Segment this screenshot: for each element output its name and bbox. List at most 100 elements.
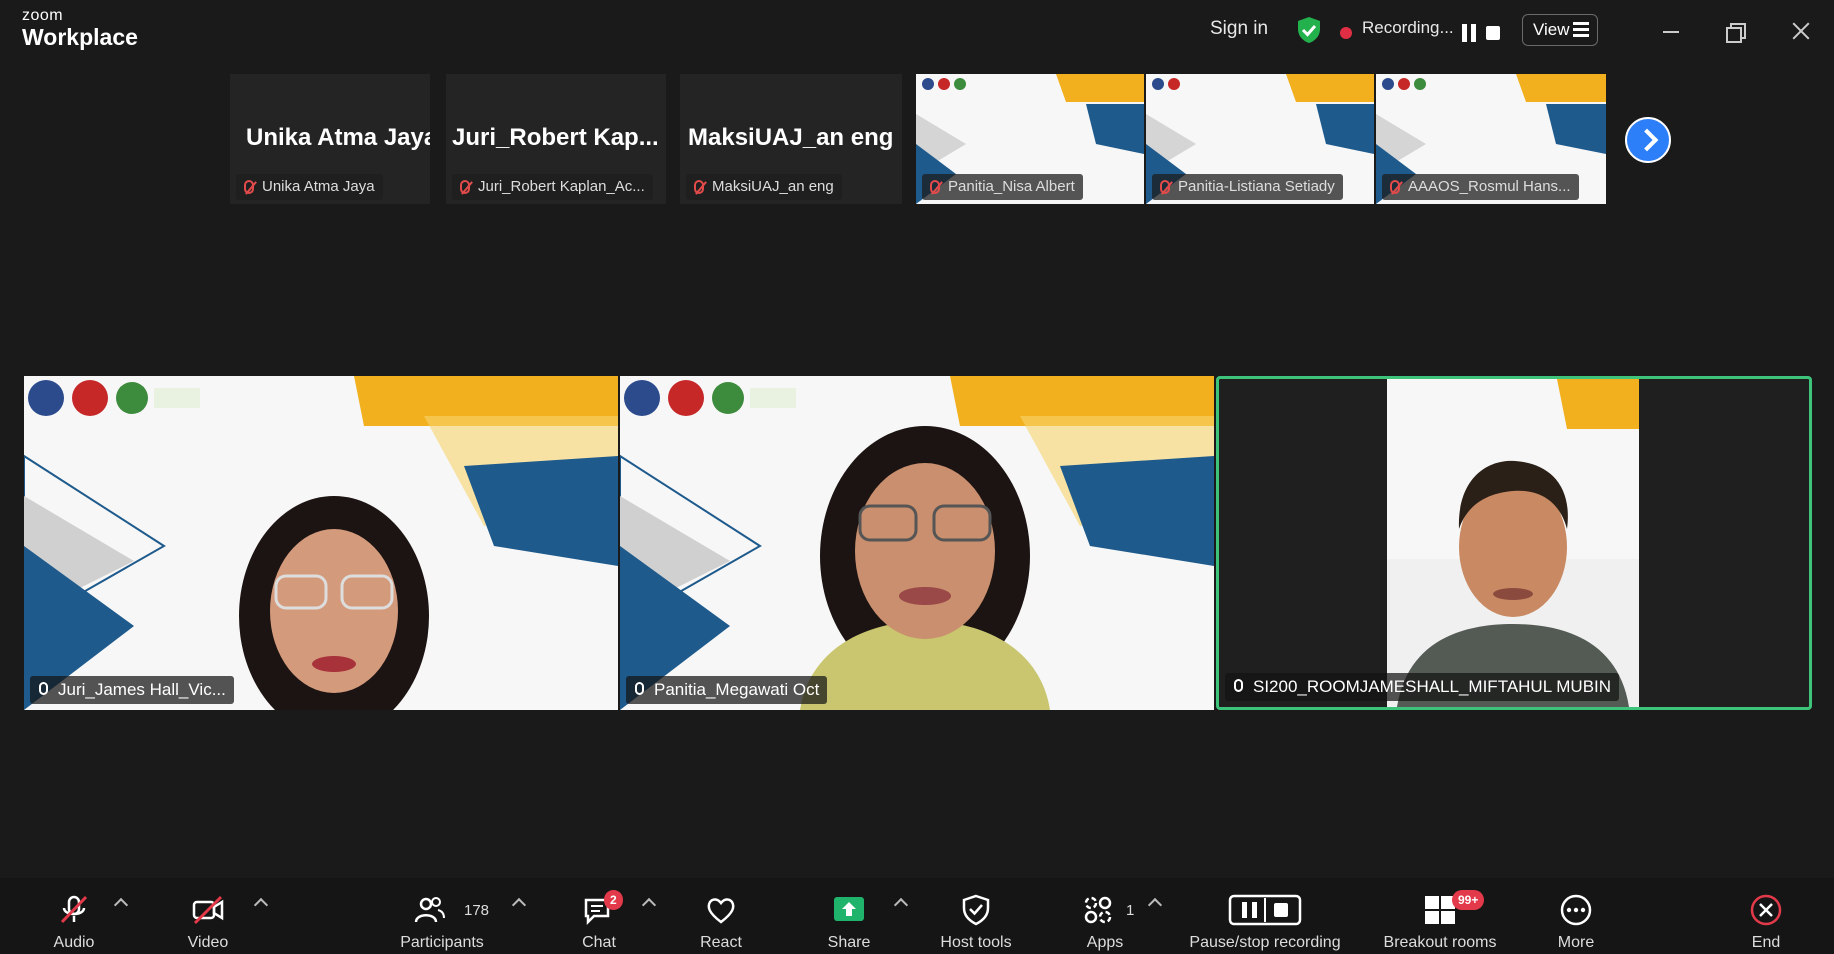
participants-label: Participants — [400, 934, 484, 951]
active-speaker-tile[interactable]: SI200_ROOMJAMESHALL_MIFTAHUL MUBIN — [1216, 376, 1812, 710]
title-bar: zoom Workplace Sign in Recording... View — [0, 0, 1834, 64]
chat-unread-badge: 2 — [604, 890, 623, 910]
breakout-rooms-button[interactable]: 99+ Breakout rooms — [1372, 878, 1508, 954]
view-label: View — [1533, 20, 1570, 39]
participant-name: Juri_Robert Kap... — [452, 124, 659, 151]
participant-label: SI200_ROOMJAMESHALL_MIFTAHUL MUBIN — [1225, 673, 1620, 701]
audio-options-caret-icon[interactable] — [113, 897, 129, 913]
mic-muted-icon — [1160, 180, 1170, 194]
participants-count: 178 — [464, 902, 490, 919]
host-shield-icon — [962, 894, 990, 926]
end-button[interactable]: End — [1734, 878, 1798, 954]
filmstrip-tile[interactable]: Panitia_Nisa Albert — [916, 74, 1144, 204]
participant-video — [800, 426, 1050, 710]
participant-name: MaksiUAJ_an eng — [688, 124, 894, 151]
apps-label: Apps — [1086, 934, 1124, 951]
chat-label: Chat — [582, 934, 616, 951]
apps-options-caret-icon[interactable] — [1147, 897, 1163, 913]
view-button[interactable]: View — [1522, 14, 1598, 46]
video-options-caret-icon[interactable] — [253, 897, 269, 913]
filmstrip-tile[interactable]: Unika Atma Jaya Unika Atma Jaya — [230, 74, 430, 204]
participants-icon — [415, 897, 446, 923]
breakout-label: Breakout rooms — [1383, 934, 1497, 951]
participant-video — [239, 496, 429, 710]
react-label: React — [700, 934, 742, 951]
mic-icon — [635, 682, 644, 695]
mic-muted-icon — [244, 180, 254, 194]
mic-muted-icon — [930, 180, 940, 194]
participant-name: Unika Atma Jaya — [246, 124, 430, 151]
recording-status: Recording... — [1362, 18, 1454, 37]
video-off-icon — [192, 895, 224, 925]
audio-button[interactable]: Audio — [36, 878, 112, 954]
filmstrip-tile[interactable]: Panitia-Listiana Setiady — [1146, 74, 1374, 204]
react-button[interactable]: React — [688, 878, 754, 954]
participant-video — [1387, 379, 1639, 707]
participant-label-text: MaksiUAJ_an eng — [712, 178, 834, 195]
minimize-icon[interactable] — [1656, 16, 1686, 46]
participant-label-text: Panitia_Nisa Albert — [948, 178, 1075, 195]
host-tools-button[interactable]: Host tools — [926, 878, 1026, 954]
filmstrip-next-button[interactable] — [1625, 117, 1671, 163]
end-meeting-icon — [1750, 894, 1782, 926]
participant-label: Panitia_Megawati Oct — [626, 676, 828, 704]
close-window-icon[interactable] — [1786, 16, 1816, 46]
participant-label-text: AAAOS_Rosmul Hans... — [1408, 178, 1571, 195]
shield-check-icon[interactable] — [1296, 16, 1322, 44]
filmstrip-tile[interactable]: Juri_Robert Kap... Juri_Robert Kaplan_Ac… — [446, 74, 666, 204]
chat-button[interactable]: 2 Chat — [566, 878, 632, 954]
participant-label-text: SI200_ROOMJAMESHALL_MIFTAHUL MUBIN — [1253, 677, 1612, 696]
view-grid-icon — [1573, 22, 1589, 38]
audio-label: Audio — [53, 934, 95, 951]
video-tile[interactable]: Panitia_Megawati Oct — [620, 376, 1214, 710]
filmstrip-tile[interactable]: MaksiUAJ_an eng MaksiUAJ_an eng — [680, 74, 902, 204]
participant-label-text: Panitia-Listiana Setiady — [1178, 178, 1335, 195]
participant-label: Juri_Robert Kaplan_Ac... — [452, 174, 653, 200]
mic-icon — [39, 682, 48, 695]
participant-filmstrip: Unika Atma Jaya Unika Atma Jaya Juri_Rob… — [230, 74, 1606, 204]
stop-recording-icon[interactable] — [1486, 26, 1500, 40]
recording-dot-icon — [1340, 27, 1352, 39]
zoom-logo: zoom Workplace — [22, 8, 138, 49]
share-button[interactable]: Share — [816, 878, 882, 954]
participant-label: AAAOS_Rosmul Hans... — [1382, 174, 1579, 200]
pause-stop-label: Pause/stop recording — [1189, 934, 1341, 951]
participant-label: Panitia-Listiana Setiady — [1152, 174, 1343, 200]
mic-muted-icon — [60, 895, 88, 924]
sign-in-link[interactable]: Sign in — [1210, 18, 1268, 40]
participant-label-text: Juri_James Hall_Vic... — [58, 680, 226, 699]
mic-muted-icon — [460, 180, 470, 194]
end-label: End — [1751, 934, 1781, 951]
mic-muted-icon — [1390, 180, 1400, 194]
video-button[interactable]: Video — [170, 878, 246, 954]
chat-options-caret-icon[interactable] — [641, 897, 657, 913]
breakout-badge: 99+ — [1452, 890, 1485, 910]
participant-label: Unika Atma Jaya — [236, 174, 383, 200]
participant-label: MaksiUAJ_an eng — [686, 174, 842, 200]
heart-icon — [707, 898, 735, 924]
more-label: More — [1557, 934, 1595, 951]
video-frame — [1387, 379, 1639, 707]
participants-button[interactable]: 178 Participants — [384, 878, 500, 954]
video-tile[interactable]: Juri_James Hall_Vic... — [24, 376, 618, 710]
pause-stop-icon — [1228, 894, 1302, 926]
share-label: Share — [827, 934, 871, 951]
meeting-controls-toolbar: Audio Video 178 Participants 2 Chat Reac… — [0, 878, 1834, 954]
more-button[interactable]: More — [1540, 878, 1612, 954]
share-screen-icon — [834, 897, 864, 921]
participant-label-text: Juri_Robert Kaplan_Ac... — [478, 178, 645, 195]
mic-muted-icon — [694, 180, 704, 194]
brand-workplace: Workplace — [22, 24, 138, 50]
filmstrip-tile[interactable]: AAAOS_Rosmul Hans... — [1376, 74, 1606, 204]
more-icon — [1560, 894, 1592, 926]
share-options-caret-icon[interactable] — [893, 897, 909, 913]
pause-recording-icon[interactable] — [1462, 24, 1476, 42]
participant-label-text: Unika Atma Jaya — [262, 178, 375, 195]
participants-options-caret-icon[interactable] — [511, 897, 527, 913]
participant-label-text: Panitia_Megawati Oct — [654, 680, 820, 699]
apps-icon — [1084, 896, 1112, 924]
apps-button[interactable]: 1 Apps — [1070, 878, 1140, 954]
video-label: Video — [187, 934, 229, 951]
restore-icon[interactable] — [1720, 16, 1750, 46]
pause-stop-recording-button[interactable]: Pause/stop recording — [1180, 878, 1350, 954]
